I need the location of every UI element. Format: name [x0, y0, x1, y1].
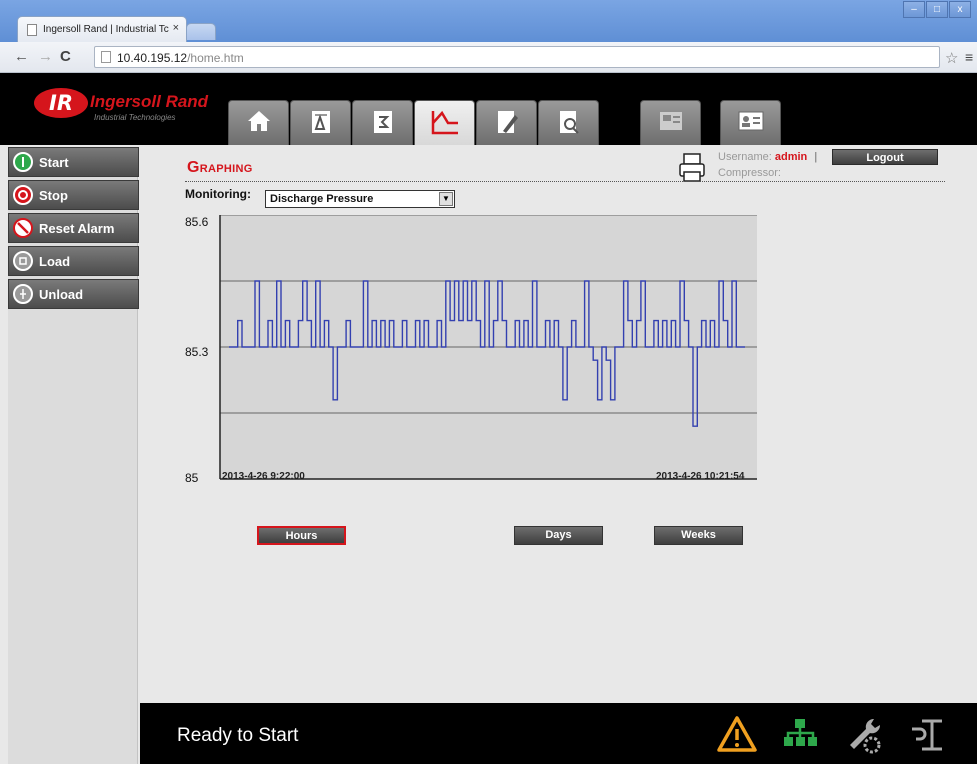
- y-tick-label: 85: [185, 471, 199, 485]
- brand-logo: IR Ingersoll Rand Industrial Technologie…: [34, 86, 209, 134]
- tab-alarm-log[interactable]: [290, 100, 351, 145]
- maintenance-icon: [659, 112, 682, 130]
- browser-tab[interactable]: Ingersoll Rand | Industrial Tc ×: [17, 16, 187, 43]
- close-window-button[interactable]: x: [949, 1, 971, 18]
- status-bar: Ready to Start: [140, 703, 977, 764]
- app-root: IR Ingersoll Rand Industrial Technologie…: [0, 73, 977, 764]
- back-button[interactable]: ←: [14, 48, 29, 65]
- browser-window: Ingersoll Rand | Industrial Tc × – □ x ←…: [0, 0, 977, 764]
- address-bar[interactable]: 10.40.195.12/home.htm: [94, 46, 940, 68]
- tab-maintenance[interactable]: [640, 100, 701, 145]
- tab-strip: Ingersoll Rand | Industrial Tc × – □ x: [0, 0, 977, 43]
- monitoring-label: Monitoring:: [185, 187, 251, 201]
- wrench-gear-icon[interactable]: [844, 715, 884, 755]
- user-info: Username: admin |: [718, 151, 817, 163]
- url-text: 10.40.195.12/home.htm: [117, 51, 244, 65]
- browser-menu-icon[interactable]: ≡: [965, 49, 973, 65]
- forward-button[interactable]: →: [38, 48, 53, 65]
- days-button[interactable]: Days: [514, 526, 603, 545]
- tab-settings-edit[interactable]: [476, 100, 537, 145]
- x-start-label: 2013-4-26 9:22:00: [222, 471, 305, 482]
- load-icon: [13, 251, 33, 271]
- tab-event-log[interactable]: [352, 100, 413, 145]
- tab-close-icon[interactable]: ×: [173, 22, 179, 34]
- reset-alarm-button[interactable]: Reset Alarm: [8, 213, 139, 243]
- username-label: Username:: [718, 151, 772, 163]
- compressor-label: Compressor:: [718, 167, 781, 179]
- stop-button[interactable]: Stop: [8, 180, 139, 210]
- unload-icon: [13, 284, 33, 304]
- reload-button[interactable]: C: [60, 48, 71, 65]
- printer-icon[interactable]: [678, 153, 706, 183]
- load-button[interactable]: Load: [8, 246, 139, 276]
- logout-button[interactable]: Logout: [832, 149, 938, 165]
- start-label: Start: [39, 155, 69, 170]
- new-tab-button[interactable]: [186, 23, 216, 40]
- tab-graphing[interactable]: [414, 100, 475, 145]
- title-divider: [185, 181, 945, 182]
- status-text: Ready to Start: [177, 725, 299, 746]
- hours-button[interactable]: Hours: [257, 526, 346, 545]
- x-end-label: 2013-4-26 10:21:54: [656, 471, 745, 482]
- event-log-icon: [373, 111, 392, 133]
- page-favicon-icon: [27, 24, 37, 36]
- reset-alarm-icon: [13, 218, 33, 238]
- window-controls: – □ x: [903, 1, 971, 18]
- tab-home[interactable]: [228, 100, 289, 145]
- service-icon[interactable]: [908, 715, 948, 753]
- unload-button[interactable]: Unload: [8, 279, 139, 309]
- app-header: IR Ingersoll Rand Industrial Technologie…: [0, 73, 977, 145]
- stop-icon: [13, 185, 33, 205]
- username-value: admin: [774, 151, 808, 163]
- url-host: 10.40.195.12: [117, 51, 188, 65]
- maximize-button[interactable]: □: [926, 1, 948, 18]
- graph-panel: 85.6 85.3 85 2013-4-26 9:22:00 2013-4-26…: [171, 215, 771, 485]
- alarm-log-icon: [311, 111, 330, 133]
- start-button[interactable]: Start: [8, 147, 139, 177]
- load-label: Load: [39, 254, 71, 269]
- start-icon: [13, 152, 33, 172]
- main-content: Graphing Username: admin | Compressor: L…: [140, 145, 977, 703]
- browser-toolbar: ← → C 10.40.195.12/home.htm ☆ ≡: [0, 42, 977, 73]
- monitoring-select[interactable]: Discharge Pressure ▼: [265, 190, 455, 208]
- tab-user-card[interactable]: [720, 100, 781, 145]
- tab-search-document[interactable]: [538, 100, 599, 145]
- pressure-chart: [219, 215, 757, 480]
- user-card-icon: [738, 111, 763, 131]
- page-icon: [101, 51, 111, 63]
- control-sidebar: Start Stop Reset Alarm Load Unload: [8, 147, 139, 764]
- page-title: Graphing: [187, 159, 253, 176]
- dropdown-arrow-icon[interactable]: ▼: [439, 192, 453, 206]
- graph-icon: [431, 110, 458, 135]
- logo-subtitle: Industrial Technologies: [94, 113, 176, 122]
- settings-edit-icon: [497, 111, 518, 133]
- url-path: /home.htm: [187, 51, 244, 65]
- network-icon[interactable]: [780, 715, 820, 751]
- warning-icon[interactable]: [716, 715, 758, 753]
- reset-alarm-label: Reset Alarm: [39, 221, 115, 236]
- unload-label: Unload: [39, 287, 84, 302]
- monitoring-value: Discharge Pressure: [270, 193, 374, 205]
- bookmark-star-icon[interactable]: ☆: [945, 49, 958, 67]
- home-icon: [247, 111, 270, 131]
- minimize-button[interactable]: –: [903, 1, 925, 18]
- search-document-icon: [559, 111, 579, 134]
- user-separator: |: [814, 151, 818, 163]
- y-tick-label: 85.6: [185, 215, 209, 229]
- stop-label: Stop: [39, 188, 68, 203]
- weeks-button[interactable]: Weeks: [654, 526, 743, 545]
- y-tick-label: 85.3: [185, 345, 209, 359]
- logo-brand: Ingersoll Rand: [90, 92, 209, 111]
- logo-mark: IR: [34, 88, 88, 118]
- tab-title: Ingersoll Rand | Industrial Tc: [43, 24, 169, 35]
